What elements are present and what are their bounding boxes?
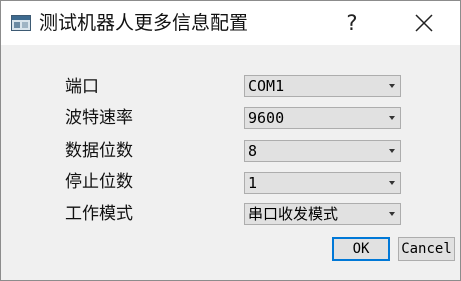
chevron-down-icon xyxy=(389,181,395,185)
cancel-button[interactable]: Cancel xyxy=(398,237,455,261)
port-select[interactable]: COM1 xyxy=(244,75,401,97)
help-button[interactable]: ? xyxy=(334,5,370,41)
title-bar[interactable]: 测试机器人更多信息配置 ? xyxy=(1,1,460,45)
chevron-down-icon xyxy=(389,149,395,153)
baud-rate-value: 9600 xyxy=(248,109,285,127)
chevron-down-icon xyxy=(389,84,395,88)
data-bits-value: 8 xyxy=(248,142,258,160)
baud-rate-label: 波特速率 xyxy=(65,108,133,128)
baud-rate-select[interactable]: 9600 xyxy=(244,107,401,129)
chevron-down-icon xyxy=(389,212,395,216)
dialog-title: 测试机器人更多信息配置 xyxy=(39,12,249,34)
close-icon xyxy=(415,14,433,32)
chevron-down-icon xyxy=(389,116,395,120)
ok-button[interactable]: OK xyxy=(332,237,390,261)
work-mode-label: 工作模式 xyxy=(65,204,133,224)
data-bits-label: 数据位数 xyxy=(65,141,133,161)
config-dialog: 测试机器人更多信息配置 ? 端口 COM1 波特速率 9600 数据位数 8 停… xyxy=(0,0,461,281)
stop-bits-value: 1 xyxy=(248,174,258,192)
stop-bits-label: 停止位数 xyxy=(65,172,133,192)
port-label: 端口 xyxy=(65,77,99,97)
work-mode-value: 串口收发模式 xyxy=(248,205,339,223)
stop-bits-select[interactable]: 1 xyxy=(244,172,401,194)
app-window-icon xyxy=(11,15,31,31)
work-mode-select[interactable]: 串口收发模式 xyxy=(244,203,401,225)
port-value: COM1 xyxy=(248,77,285,95)
data-bits-select[interactable]: 8 xyxy=(244,140,401,162)
close-button[interactable] xyxy=(399,5,449,41)
